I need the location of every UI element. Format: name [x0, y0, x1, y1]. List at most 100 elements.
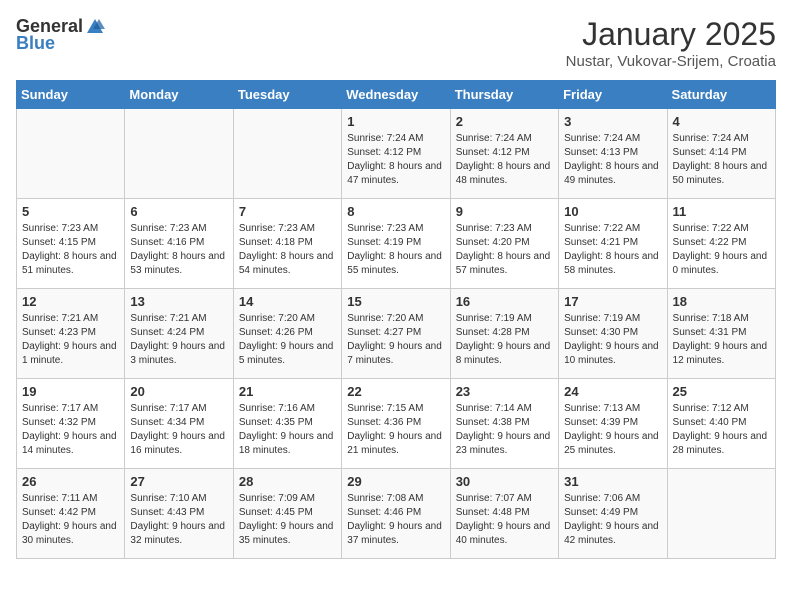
- calendar-table: SundayMondayTuesdayWednesdayThursdayFrid…: [16, 80, 776, 559]
- logo: General Blue: [16, 16, 105, 54]
- day-info: Sunrise: 7:24 AM Sunset: 4:12 PM Dayligh…: [456, 132, 553, 188]
- calendar-cell: 3Sunrise: 7:24 AM Sunset: 4:13 PM Daylig…: [559, 109, 667, 199]
- calendar-cell: [233, 109, 341, 199]
- day-info: Sunrise: 7:21 AM Sunset: 4:23 PM Dayligh…: [22, 312, 119, 368]
- day-info: Sunrise: 7:12 AM Sunset: 4:40 PM Dayligh…: [673, 402, 770, 458]
- day-of-week-header: Thursday: [450, 81, 558, 109]
- calendar-cell: 14 Sunrise: 7:20 AM Sunset: 4:26 PM Dayli…: [233, 289, 341, 379]
- day-number: 21: [239, 384, 336, 399]
- day-number: 14: [239, 294, 336, 309]
- day-info: Sunrise: 7:18 AM Sunset: 4:31 PM Dayligh…: [673, 312, 770, 368]
- page-header: General Blue January 2025 Nustar, Vukova…: [16, 16, 776, 70]
- day-number: 10: [564, 204, 661, 219]
- day-info: Sunrise: 7:10 AM Sunset: 4:43 PM Dayligh…: [130, 492, 227, 548]
- calendar-cell: 2 Sunrise: 7:24 AM Sunset: 4:12 PM Daylig…: [450, 109, 558, 199]
- calendar-week-row: 5 Sunrise: 7:23 AM Sunset: 4:15 PM Daylig…: [17, 199, 776, 289]
- calendar-cell: 7 Sunrise: 7:23 AM Sunset: 4:18 PM Daylig…: [233, 199, 341, 289]
- calendar-cell: 16 Sunrise: 7:19 AM Sunset: 4:28 PM Dayli…: [450, 289, 558, 379]
- day-number: 17: [564, 294, 661, 309]
- calendar-cell: 12 Sunrise: 7:21 AM Sunset: 4:23 PM Dayli…: [17, 289, 125, 379]
- calendar-cell: 28 Sunrise: 7:09 AM Sunset: 4:45 PM Dayli…: [233, 469, 341, 559]
- day-number: 23: [456, 384, 553, 399]
- day-info: Sunrise: 7:16 AM Sunset: 4:35 PM Dayligh…: [239, 402, 336, 458]
- day-number: 4: [673, 114, 770, 129]
- calendar-header-row: SundayMondayTuesdayWednesdayThursdayFrid…: [17, 81, 776, 109]
- day-info: Sunrise: 7:23 AM Sunset: 4:15 PM Dayligh…: [22, 222, 119, 278]
- calendar-cell: 25 Sunrise: 7:12 AM Sunset: 4:40 PM Dayli…: [667, 379, 775, 469]
- calendar-cell: 23 Sunrise: 7:14 AM Sunset: 4:38 PM Dayli…: [450, 379, 558, 469]
- day-info: Sunrise: 7:23 AM Sunset: 4:16 PM Dayligh…: [130, 222, 227, 278]
- day-info: Sunrise: 7:08 AM Sunset: 4:46 PM Dayligh…: [347, 492, 444, 548]
- day-number: 1: [347, 114, 444, 129]
- calendar-cell: [17, 109, 125, 199]
- day-info: Sunrise: 7:19 AM Sunset: 4:28 PM Dayligh…: [456, 312, 553, 368]
- title-block: January 2025 Nustar, Vukovar-Srijem, Cro…: [566, 16, 776, 70]
- day-info: Sunrise: 7:06 AM Sunset: 4:49 PM Dayligh…: [564, 492, 661, 548]
- day-number: 28: [239, 474, 336, 489]
- day-number: 5: [22, 204, 119, 219]
- calendar-cell: 1 Sunrise: 7:24 AM Sunset: 4:12 PM Daylig…: [342, 109, 450, 199]
- calendar-week-row: 19Sunrise: 7:17 AM Sunset: 4:32 PM Dayli…: [17, 379, 776, 469]
- day-info: Sunrise: 7:13 AM Sunset: 4:39 PM Dayligh…: [564, 402, 661, 458]
- calendar-cell: 15Sunrise: 7:20 AM Sunset: 4:27 PM Dayli…: [342, 289, 450, 379]
- day-number: 11: [673, 204, 770, 219]
- location: Nustar, Vukovar-Srijem, Croatia: [566, 53, 776, 70]
- calendar-cell: 6 Sunrise: 7:23 AM Sunset: 4:16 PM Daylig…: [125, 199, 233, 289]
- day-info: Sunrise: 7:17 AM Sunset: 4:34 PM Dayligh…: [130, 402, 227, 458]
- day-number: 6: [130, 204, 227, 219]
- day-number: 18: [673, 294, 770, 309]
- day-number: 13: [130, 294, 227, 309]
- day-number: 8: [347, 204, 444, 219]
- calendar-cell: 5 Sunrise: 7:23 AM Sunset: 4:15 PM Daylig…: [17, 199, 125, 289]
- calendar-cell: 10 Sunrise: 7:22 AM Sunset: 4:21 PM Dayli…: [559, 199, 667, 289]
- calendar-cell: 4Sunrise: 7:24 AM Sunset: 4:14 PM Daylig…: [667, 109, 775, 199]
- day-number: 19: [22, 384, 119, 399]
- calendar-cell: 18 Sunrise: 7:18 AM Sunset: 4:31 PM Dayli…: [667, 289, 775, 379]
- day-info: Sunrise: 7:23 AM Sunset: 4:20 PM Dayligh…: [456, 222, 553, 278]
- day-info: Sunrise: 7:07 AM Sunset: 4:48 PM Dayligh…: [456, 492, 553, 548]
- day-number: 16: [456, 294, 553, 309]
- day-info: Sunrise: 7:22 AM Sunset: 4:22 PM Dayligh…: [673, 222, 770, 278]
- calendar-cell: 24 Sunrise: 7:13 AM Sunset: 4:39 PM Dayli…: [559, 379, 667, 469]
- day-info: Sunrise: 7:22 AM Sunset: 4:21 PM Dayligh…: [564, 222, 661, 278]
- calendar-cell: 27 Sunrise: 7:10 AM Sunset: 4:43 PM Dayli…: [125, 469, 233, 559]
- calendar-cell: 31 Sunrise: 7:06 AM Sunset: 4:49 PM Dayli…: [559, 469, 667, 559]
- calendar-cell: 19Sunrise: 7:17 AM Sunset: 4:32 PM Dayli…: [17, 379, 125, 469]
- calendar-week-row: 1 Sunrise: 7:24 AM Sunset: 4:12 PM Daylig…: [17, 109, 776, 199]
- day-number: 22: [347, 384, 444, 399]
- calendar-cell: 26Sunrise: 7:11 AM Sunset: 4:42 PM Dayli…: [17, 469, 125, 559]
- day-number: 24: [564, 384, 661, 399]
- day-info: Sunrise: 7:15 AM Sunset: 4:36 PM Dayligh…: [347, 402, 444, 458]
- month-title: January 2025: [566, 16, 776, 53]
- day-info: Sunrise: 7:20 AM Sunset: 4:26 PM Dayligh…: [239, 312, 336, 368]
- day-number: 3: [564, 114, 661, 129]
- calendar-cell: 22 Sunrise: 7:15 AM Sunset: 4:36 PM Dayli…: [342, 379, 450, 469]
- calendar-cell: 13 Sunrise: 7:21 AM Sunset: 4:24 PM Dayli…: [125, 289, 233, 379]
- day-number: 27: [130, 474, 227, 489]
- day-number: 26: [22, 474, 119, 489]
- calendar-week-row: 12 Sunrise: 7:21 AM Sunset: 4:23 PM Dayli…: [17, 289, 776, 379]
- logo-blue-text: Blue: [16, 33, 55, 54]
- day-number: 12: [22, 294, 119, 309]
- calendar-cell: [667, 469, 775, 559]
- day-number: 7: [239, 204, 336, 219]
- day-number: 9: [456, 204, 553, 219]
- calendar-cell: 9 Sunrise: 7:23 AM Sunset: 4:20 PM Daylig…: [450, 199, 558, 289]
- calendar-cell: 21 Sunrise: 7:16 AM Sunset: 4:35 PM Dayli…: [233, 379, 341, 469]
- calendar-cell: 17 Sunrise: 7:19 AM Sunset: 4:30 PM Dayli…: [559, 289, 667, 379]
- day-number: 30: [456, 474, 553, 489]
- day-info: Sunrise: 7:23 AM Sunset: 4:18 PM Dayligh…: [239, 222, 336, 278]
- day-number: 31: [564, 474, 661, 489]
- day-of-week-header: Saturday: [667, 81, 775, 109]
- day-info: Sunrise: 7:24 AM Sunset: 4:12 PM Dayligh…: [347, 132, 444, 188]
- day-number: 20: [130, 384, 227, 399]
- day-info: Sunrise: 7:14 AM Sunset: 4:38 PM Dayligh…: [456, 402, 553, 458]
- calendar-cell: 29 Sunrise: 7:08 AM Sunset: 4:46 PM Dayli…: [342, 469, 450, 559]
- day-info: Sunrise: 7:19 AM Sunset: 4:30 PM Dayligh…: [564, 312, 661, 368]
- day-number: 2: [456, 114, 553, 129]
- day-info: Sunrise: 7:21 AM Sunset: 4:24 PM Dayligh…: [130, 312, 227, 368]
- day-of-week-header: Sunday: [17, 81, 125, 109]
- day-info: Sunrise: 7:09 AM Sunset: 4:45 PM Dayligh…: [239, 492, 336, 548]
- day-number: 25: [673, 384, 770, 399]
- day-number: 29: [347, 474, 444, 489]
